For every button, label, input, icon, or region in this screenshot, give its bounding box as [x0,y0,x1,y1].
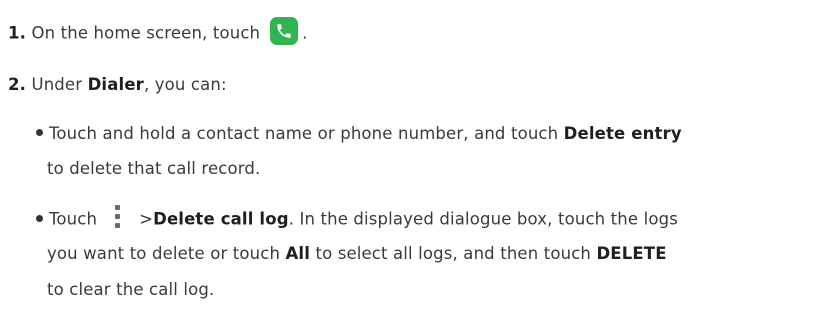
step-text: Under [31,75,83,94]
bullet-2-line-2: you want to delete or touch All to selec… [47,243,667,265]
bullet-text: to clear the call log. [47,280,215,299]
step-1: 1. On the home screen, touch. [8,17,308,48]
dialer-label: Dialer [87,75,144,94]
bullet-1-line-2: to delete that call record. [47,158,260,180]
step-number: 1. [8,23,27,43]
step-2: 2. Under Dialer, you can: [8,74,227,96]
delete-label: DELETE [596,244,667,263]
step-text-end: , you can: [143,75,227,94]
phone-app-icon [270,17,299,45]
delete-entry-label: Delete entry [563,124,682,143]
bullet-text: . In the displayed dialogue box, touch t… [288,209,678,229]
bullet-icon [36,129,43,136]
step-text-end: . [302,23,308,43]
step-text: On the home screen, touch [31,23,261,43]
bullet-text: Touch and hold a contact name or phone n… [49,124,559,143]
bullet-2-line-1: Touch >Delete call log. In the displayed … [36,205,678,232]
bullet-1-line-1: Touch and hold a contact name or phone n… [36,123,682,145]
all-label: All [285,244,311,263]
delete-call-log-label: Delete call log [153,209,289,229]
gt-symbol: > [139,209,154,229]
bullet-2-line-3: to clear the call log. [47,279,214,301]
bullet-text: Touch [49,209,98,229]
bullet-text: to select all logs, and then touch [315,244,592,263]
more-menu-icon [115,205,121,229]
bullet-text: to delete that call record. [47,159,261,178]
bullet-icon [36,214,43,222]
step-number: 2. [8,75,27,94]
bullet-text: you want to delete or touch [47,244,281,263]
